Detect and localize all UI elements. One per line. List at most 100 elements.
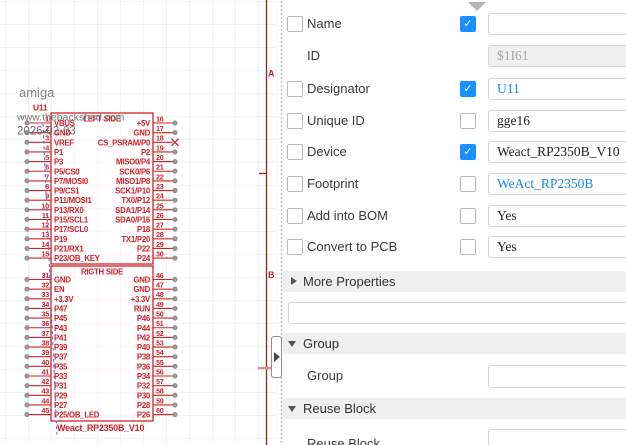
- canvas-url-text[interactable]: www.thebackshed.com: [16, 112, 125, 124]
- svg-text:4: 4: [45, 143, 49, 152]
- svg-text:50: 50: [156, 310, 164, 319]
- add-into-bom-field[interactable]: Yes: [488, 205, 626, 227]
- footprint-select-checkbox[interactable]: [287, 176, 303, 192]
- property-row-id: ID $1I61: [283, 45, 626, 67]
- svg-text:P40: P40: [137, 343, 151, 352]
- svg-text:21: 21: [156, 163, 164, 172]
- property-row-group: Group: [283, 365, 626, 388]
- svg-text:P25/OB_LED: P25/OB_LED: [54, 411, 100, 420]
- add-into-bom-select-checkbox[interactable]: [287, 208, 303, 224]
- svg-text:52: 52: [156, 329, 164, 338]
- svg-text:47: 47: [156, 281, 164, 290]
- designator-select-checkbox[interactable]: [287, 81, 303, 97]
- collapsed-triangle-icon: [291, 277, 297, 285]
- svg-text:P18: P18: [137, 225, 151, 234]
- unique-id-label: Unique ID: [307, 110, 365, 132]
- reuse-block-field[interactable]: [488, 429, 626, 445]
- property-row-add-into-bom: Add into BOM Yes: [283, 205, 626, 227]
- svg-text:35: 35: [42, 310, 50, 319]
- svg-text:31: 31: [42, 271, 50, 280]
- property-row-footprint: Footprint WeAct_RP2350B: [283, 173, 626, 195]
- svg-text:P11/MOSI1: P11/MOSI1: [54, 196, 93, 205]
- schematic-canvas[interactable]: ABLEFT SIDE1VBUS2GND3VREF4P15P36P5/CS07P…: [0, 0, 277, 445]
- properties-panel: Name ✓ ID $1I61 Designator ✓ U11 Unique …: [283, 0, 626, 445]
- svg-text:39: 39: [42, 348, 50, 357]
- svg-text:26: 26: [156, 211, 164, 220]
- property-row-device: Device ✓ Weact_RP2350B_V10: [283, 141, 626, 163]
- panel-collapse-handle[interactable]: [271, 336, 282, 378]
- svg-text:P22: P22: [137, 244, 151, 253]
- unique-id-select-checkbox[interactable]: [287, 113, 303, 129]
- svg-text:34: 34: [42, 300, 50, 309]
- svg-text:GND: GND: [133, 285, 150, 294]
- svg-text:P15/SCL1: P15/SCL1: [54, 216, 89, 225]
- name-label: Name: [307, 13, 342, 35]
- svg-text:15: 15: [42, 250, 50, 259]
- svg-text:P29: P29: [54, 391, 68, 400]
- canvas-note-text[interactable]: amiga: [19, 85, 55, 100]
- more-properties-section-header[interactable]: More Properties: [283, 271, 626, 292]
- convert-to-pcb-select-checkbox[interactable]: [287, 239, 303, 255]
- svg-text:P39: P39: [54, 343, 68, 352]
- svg-text:P28: P28: [137, 401, 151, 410]
- group-label: Group: [307, 365, 343, 387]
- svg-text:49: 49: [156, 300, 164, 309]
- section-title[interactable]: RIGTH SIDE: [81, 268, 123, 277]
- name-field[interactable]: [488, 13, 626, 35]
- name-select-checkbox[interactable]: [287, 16, 303, 32]
- unique-id-field[interactable]: gge16: [488, 110, 626, 132]
- svg-text:RUN: RUN: [134, 304, 151, 313]
- svg-text:P32: P32: [137, 382, 151, 391]
- svg-text:19: 19: [156, 143, 164, 152]
- frame-row-letter: A: [268, 69, 275, 79]
- designator-visible-checkbox[interactable]: ✓: [460, 81, 476, 97]
- device-field[interactable]: Weact_RP2350B_V10: [488, 141, 626, 163]
- add-into-bom-visible-checkbox[interactable]: [460, 208, 476, 224]
- expanded-triangle-icon: [288, 341, 296, 347]
- svg-text:37: 37: [42, 329, 50, 338]
- reuse-block-section-label: Reuse Block: [303, 401, 376, 416]
- svg-text:P47: P47: [54, 304, 67, 313]
- svg-text:27: 27: [156, 221, 164, 230]
- svg-text:+3.3V: +3.3V: [54, 295, 74, 304]
- expanded-triangle-icon: [288, 406, 296, 412]
- group-field[interactable]: [488, 365, 626, 388]
- svg-text:58: 58: [156, 387, 164, 396]
- reuse-block-section-header[interactable]: Reuse Block: [283, 398, 626, 419]
- device-label: Device: [307, 141, 347, 163]
- device-visible-checkbox[interactable]: ✓: [460, 144, 476, 160]
- svg-text:16: 16: [156, 114, 164, 123]
- convert-to-pcb-visible-checkbox[interactable]: [460, 239, 476, 255]
- svg-text:6: 6: [45, 163, 49, 172]
- svg-text:25: 25: [156, 201, 164, 210]
- svg-text:P1: P1: [54, 148, 64, 157]
- designator-field[interactable]: U11: [488, 78, 626, 100]
- component-device-text[interactable]: Weact_RP2350B_V10: [57, 423, 144, 433]
- reuse-block-label: Reuse Block: [307, 433, 380, 445]
- svg-text:P33: P33: [54, 372, 68, 381]
- svg-text:57: 57: [156, 377, 164, 386]
- extra-properties-field[interactable]: [288, 302, 626, 324]
- svg-text:P9/CS1: P9/CS1: [54, 187, 80, 196]
- id-field: $1I61: [488, 45, 626, 67]
- svg-text:P37: P37: [54, 353, 67, 362]
- footprint-visible-checkbox[interactable]: [460, 176, 476, 192]
- unique-id-visible-checkbox[interactable]: [460, 113, 476, 129]
- group-section-header[interactable]: Group: [283, 333, 626, 354]
- svg-text:MISO1/P8: MISO1/P8: [116, 177, 151, 186]
- id-label: ID: [307, 45, 320, 67]
- svg-text:20: 20: [156, 153, 164, 162]
- convert-to-pcb-field[interactable]: Yes: [488, 236, 626, 258]
- svg-text:51: 51: [156, 319, 164, 328]
- name-visible-checkbox[interactable]: ✓: [460, 16, 476, 32]
- footprint-field[interactable]: WeAct_RP2350B: [488, 173, 626, 195]
- svg-text:GND: GND: [54, 276, 71, 285]
- canvas-date-text[interactable]: 2026-02-03: [17, 126, 76, 138]
- svg-text:32: 32: [42, 281, 50, 290]
- svg-text:TX0/P12: TX0/P12: [121, 196, 151, 205]
- schematic-canvas-svg[interactable]: ABLEFT SIDE1VBUS2GND3VREF4P15P36P5/CS07P…: [0, 0, 277, 445]
- svg-text:P30: P30: [137, 391, 151, 400]
- svg-text:GND: GND: [133, 276, 150, 285]
- device-select-checkbox[interactable]: [287, 144, 303, 160]
- svg-text:SCK1/P10: SCK1/P10: [115, 187, 151, 196]
